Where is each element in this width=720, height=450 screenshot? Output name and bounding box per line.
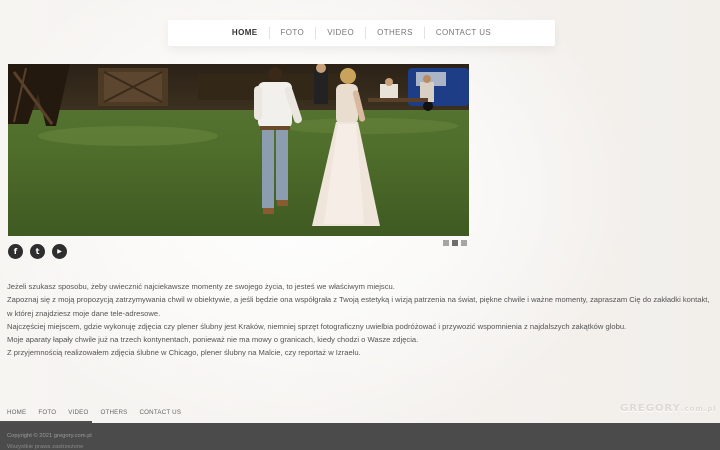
intro-paragraph-4: Moje aparaty łapały chwile już na trzech… [7,335,419,345]
intro-paragraph-5: Z przyjemnością realizowałem zdjęcia ślu… [7,348,361,358]
nav-contact-us[interactable]: CONTACT US [423,27,502,39]
intro-paragraph-1: Jeżeli szukasz sposobu, żeby uwiecznić n… [7,282,395,291]
intro-paragraph-2: Zapoznaj się z moją propozycją zatrzymyw… [7,295,710,318]
footer-nav-video[interactable]: VIDEO [68,409,88,416]
logo-main-text: GREGORY [620,403,681,414]
social-links: f t ▶ [8,244,67,259]
slider-dot-1[interactable] [443,240,449,246]
intro-text: Jeżeli szukasz sposobu, żeby uwiecznić n… [7,280,713,360]
hero-slider[interactable] [8,64,469,236]
slider-dots [443,240,467,246]
youtube-icon[interactable]: ▶ [52,244,67,259]
twitter-icon[interactable]: t [30,244,45,259]
nav-video[interactable]: VIDEO [315,27,365,39]
nav-home[interactable]: HOME [221,27,269,39]
footer-nav-contact-us[interactable]: CONTACT US [140,409,182,416]
intro-paragraph-3: Najczęściej miejscem, gdzie wykonuję zdj… [7,321,627,331]
logo-domain-text: .com.pl [680,405,717,413]
nav-foto[interactable]: FOTO [268,27,316,39]
footer-nav-foto[interactable]: FOTO [38,409,56,416]
copyright-text: Copyright © 2021 gregory.com.pl [7,433,92,439]
rights-text: Wszystkie prawa zastrzeżone [7,444,84,450]
facebook-icon[interactable]: f [8,244,23,259]
footer-bar [0,423,720,450]
nav-others[interactable]: OTHERS [365,27,424,39]
footer-logo: GREGORY.com.pl [620,403,717,414]
footer-nav-others[interactable]: OTHERS [101,409,128,416]
main-nav: HOME FOTO VIDEO OTHERS CONTACT US [168,20,555,46]
slider-dot-3[interactable] [461,240,467,246]
slider-dot-2[interactable] [452,240,458,246]
footer-nav: HOME FOTO VIDEO OTHERS CONTACT US [7,409,181,416]
hero-photo [8,64,469,236]
footer-nav-home[interactable]: HOME [7,409,26,416]
